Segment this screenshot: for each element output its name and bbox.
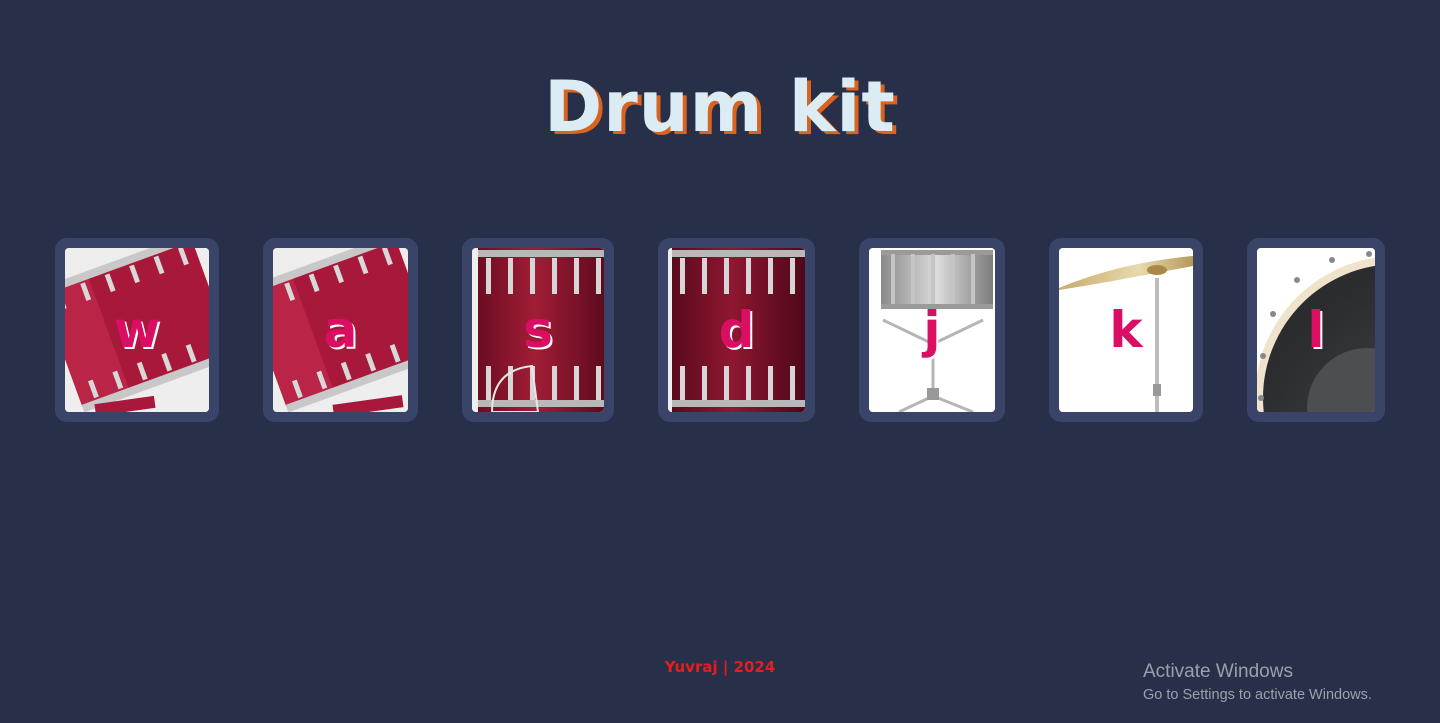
drum-button-a[interactable]: a bbox=[263, 238, 418, 422]
drum-image-snare: j bbox=[869, 248, 995, 412]
drum-button-j[interactable]: j bbox=[859, 238, 1005, 422]
watermark-subtitle: Go to Settings to activate Windows. bbox=[1143, 687, 1372, 703]
drum-button-k[interactable]: k bbox=[1049, 238, 1203, 422]
drum-image-crash: k bbox=[1059, 248, 1193, 412]
drum-key-label: l bbox=[1307, 301, 1325, 359]
drum-key-label: j bbox=[923, 301, 941, 359]
drum-image-tom-1: w bbox=[65, 248, 209, 412]
drum-image-kick-bass: l bbox=[1257, 248, 1375, 412]
drum-button-w[interactable]: w bbox=[55, 238, 219, 422]
drum-button-l[interactable]: l bbox=[1247, 238, 1385, 422]
page-title: Drum kit bbox=[544, 66, 896, 148]
drum-key-label: d bbox=[718, 301, 755, 359]
watermark-title: Activate Windows bbox=[1143, 661, 1293, 682]
drum-key-label: s bbox=[523, 301, 553, 359]
drum-button-d[interactable]: d bbox=[658, 238, 815, 422]
drum-image-tom-3: s bbox=[472, 248, 604, 412]
drum-key-label: a bbox=[323, 301, 358, 359]
drum-image-tom-4: d bbox=[668, 248, 805, 412]
drum-image-tom-2: a bbox=[273, 248, 408, 412]
drum-key-label: k bbox=[1109, 301, 1143, 359]
drum-button-s[interactable]: s bbox=[462, 238, 614, 422]
drum-key-label: w bbox=[113, 301, 161, 359]
windows-activation-watermark: Activate Windows Go to Settings to activ… bbox=[1143, 660, 1372, 706]
